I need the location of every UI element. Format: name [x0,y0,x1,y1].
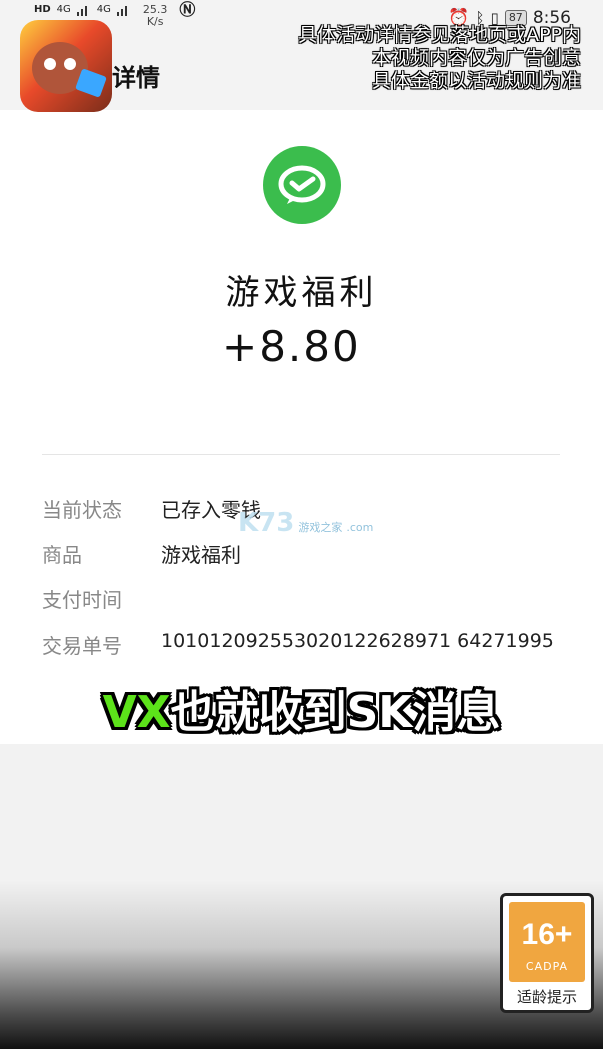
hd-indicator: HD [34,4,51,15]
detail-key: 商品 [42,543,82,567]
age-rating-number: 16+ [521,918,573,951]
age-rating-tip: 适龄提示 [516,988,577,1006]
detail-key: 支付时间 [42,588,122,612]
signal-icon [76,4,91,16]
nfc-icon: Ⓝ [179,0,196,19]
game-app-icon [20,20,112,112]
page-title: 详情 [112,64,160,92]
ad-disclaimer-line: 具体金额以活动规则为准 [371,70,581,92]
detail-value: 游戏福利 [161,543,241,567]
ad-disclaimer-line: 本视频内容仅为广告创意 [371,47,581,69]
divider [42,454,560,455]
video-caption: VX也就收到SK消息 [0,676,603,740]
merchant-name: 游戏福利 [225,273,378,313]
detail-key: 当前状态 [42,498,122,522]
wechat-pay-icon [263,146,341,224]
ad-disclaimer: 具体活动详情参见落地页或APP内 本视频内容仅为广告创意 具体金额以活动规则为准 [298,24,581,93]
age-rating-badge: 16+ CADPA 适龄提示 [500,893,594,1013]
signal-icon [116,4,131,16]
detail-value: 101012092553020122628971 64271995 [161,630,554,652]
caption-highlight: VX [102,687,171,738]
age-rating-icon: 16+ CADPA [509,902,585,982]
caption-text: 也就收到SK消息 [170,687,501,738]
transaction-card: 游戏福利 +8.80 当前状态 已存入零钱 商品 游戏福利 支付时间 交易单号 … [0,110,603,744]
age-rating-org: CADPA [525,960,569,973]
transaction-amount: +8.80 [222,322,361,371]
site-watermark: K73 游戏之家 .com [238,508,374,538]
detail-key: 交易单号 [42,634,122,658]
ad-disclaimer-line: 具体活动详情参见落地页或APP内 [298,24,581,46]
net-speed: 25.3 K/s [142,3,168,28]
signal-1-label: 4G [56,4,71,15]
signal-2-label: 4G [96,4,111,15]
